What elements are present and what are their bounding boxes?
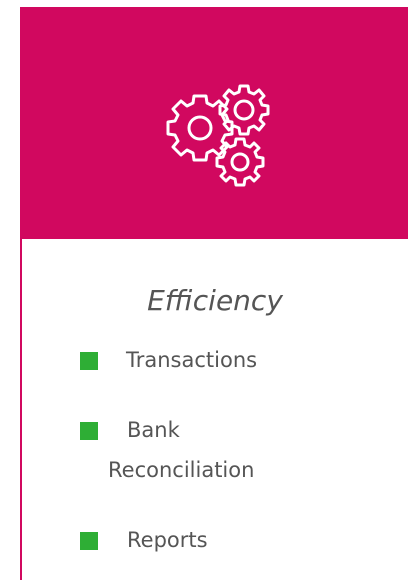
card-title: Efficiency <box>147 284 283 317</box>
list-item-label: Bank <box>127 418 180 442</box>
list-item-label: Reports <box>127 528 208 552</box>
efficiency-card: Efficiency Transactions Bank Reconciliat… <box>20 7 408 580</box>
gears-icon <box>166 84 270 187</box>
bullet-square-icon <box>80 352 98 370</box>
list-item-label: Transactions <box>126 348 258 372</box>
bullet-square-icon <box>80 422 98 440</box>
bullet-square-icon <box>80 532 98 550</box>
card-header <box>20 7 408 239</box>
list-item-label-continued: Reconciliation <box>108 458 255 482</box>
